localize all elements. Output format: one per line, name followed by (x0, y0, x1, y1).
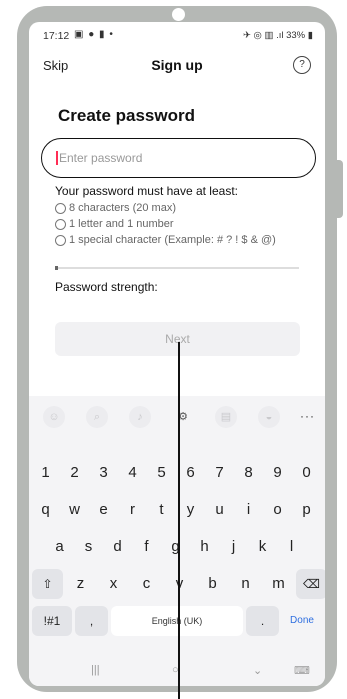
strength-label: Password strength: (55, 280, 158, 294)
more-options-button[interactable]: ··· (300, 409, 315, 423)
comma-key[interactable]: , (75, 606, 108, 636)
keyboard: ☺ ⌕ ♪ ⚙ ▤ ◒ ··· 1234567890 qwertyuiop asdf… (29, 396, 325, 686)
key-l[interactable]: l (278, 532, 305, 562)
key-y[interactable]: y (177, 495, 204, 525)
front-camera (172, 8, 185, 21)
key-q[interactable]: q (32, 495, 59, 525)
key-d[interactable]: d (104, 532, 131, 562)
clipboard-icon[interactable]: ▤ (215, 406, 237, 428)
rule-special: 1 special character (Example: # ? ! $ & … (55, 234, 276, 246)
key-h[interactable]: h (191, 532, 218, 562)
backspace-key[interactable]: ⌫ (296, 569, 325, 599)
rules-heading: Your password must have at least: (55, 184, 238, 198)
key-9[interactable]: 9 (264, 458, 291, 488)
key-6[interactable]: 6 (177, 458, 204, 488)
done-key[interactable]: Done (282, 606, 322, 636)
recent-apps-button[interactable]: ||| (91, 664, 100, 676)
unchecked-circle-icon (55, 218, 66, 230)
key-o[interactable]: o (264, 495, 291, 525)
key-g[interactable]: g (162, 532, 189, 562)
key-j[interactable]: j (220, 532, 247, 562)
key-x[interactable]: x (98, 569, 129, 599)
key-m[interactable]: m (263, 569, 294, 599)
header: Skip Sign up ? (29, 50, 325, 80)
search-icon[interactable]: ⌕ (86, 406, 108, 428)
password-field[interactable] (41, 138, 316, 178)
status-right-icons: ✈ ◎ ▥ .ıl 33% ▮ (242, 30, 313, 41)
page-title: Sign up (151, 57, 203, 73)
mic-icon[interactable]: ♪ (129, 406, 151, 428)
phone-screen: 17:12 ▣ ● ▮ • ✈ ◎ ▥ .ıl 33% ▮ Skip Sign … (29, 22, 325, 686)
side-button (335, 160, 343, 218)
sticker-icon[interactable]: ◒ (258, 406, 280, 428)
key-a[interactable]: a (46, 532, 73, 562)
navigation-bar: ||| ○ ⌄ ⌨ (29, 658, 325, 684)
status-time: 17:12 (43, 30, 70, 42)
key-4[interactable]: 4 (119, 458, 146, 488)
key-c[interactable]: c (131, 569, 162, 599)
unchecked-circle-icon (55, 234, 66, 246)
key-p[interactable]: p (293, 495, 320, 525)
key-r[interactable]: r (119, 495, 146, 525)
settings-icon[interactable]: ⚙ (172, 406, 194, 428)
strength-indicator (55, 266, 58, 270)
symbols-key[interactable]: !#1 (32, 606, 72, 636)
key-u[interactable]: u (206, 495, 233, 525)
keyboard-toolbar: ☺ ⌕ ♪ ⚙ ▤ ◒ ··· (29, 396, 325, 440)
rule-letter-number-text: 1 letter and 1 number (69, 218, 174, 230)
rule-special-text: 1 special character (Example: # ? ! $ & … (69, 234, 276, 246)
status-bar: 17:12 ▣ ● ▮ • ✈ ◎ ▥ .ıl 33% ▮ (29, 22, 325, 50)
key-s[interactable]: s (75, 532, 102, 562)
key-7[interactable]: 7 (206, 458, 233, 488)
unchecked-circle-icon (55, 202, 66, 214)
key-n[interactable]: n (230, 569, 261, 599)
text-caret (56, 151, 58, 165)
strength-meter (55, 266, 299, 270)
key-f[interactable]: f (133, 532, 160, 562)
rule-letter-number: 1 letter and 1 number (55, 218, 174, 230)
key-t[interactable]: t (148, 495, 175, 525)
key-e[interactable]: e (90, 495, 117, 525)
key-w[interactable]: w (61, 495, 88, 525)
key-5[interactable]: 5 (148, 458, 175, 488)
help-icon[interactable]: ? (293, 56, 311, 74)
create-password-heading: Create password (58, 106, 195, 125)
notification-icons: ▣ ● ▮ • (74, 29, 114, 40)
key-1[interactable]: 1 (32, 458, 59, 488)
password-input[interactable] (59, 148, 299, 168)
period-key[interactable]: . (246, 606, 279, 636)
key-2[interactable]: 2 (61, 458, 88, 488)
key-k[interactable]: k (249, 532, 276, 562)
key-0[interactable]: 0 (293, 458, 320, 488)
key-i[interactable]: i (235, 495, 262, 525)
key-8[interactable]: 8 (235, 458, 262, 488)
hide-keyboard-button[interactable]: ⌄ (253, 664, 262, 677)
key-3[interactable]: 3 (90, 458, 117, 488)
emoji-icon[interactable]: ☺ (43, 406, 65, 428)
space-key[interactable]: English (UK) (111, 606, 243, 636)
rule-length-text: 8 characters (20 max) (69, 202, 176, 214)
key-z[interactable]: z (65, 569, 96, 599)
keyboard-switch-button[interactable]: ⌨ (294, 664, 310, 677)
key-b[interactable]: b (197, 569, 228, 599)
rule-length: 8 characters (20 max) (55, 202, 176, 214)
overlay-line (178, 342, 180, 699)
shift-key[interactable]: ⇧ (32, 569, 63, 599)
